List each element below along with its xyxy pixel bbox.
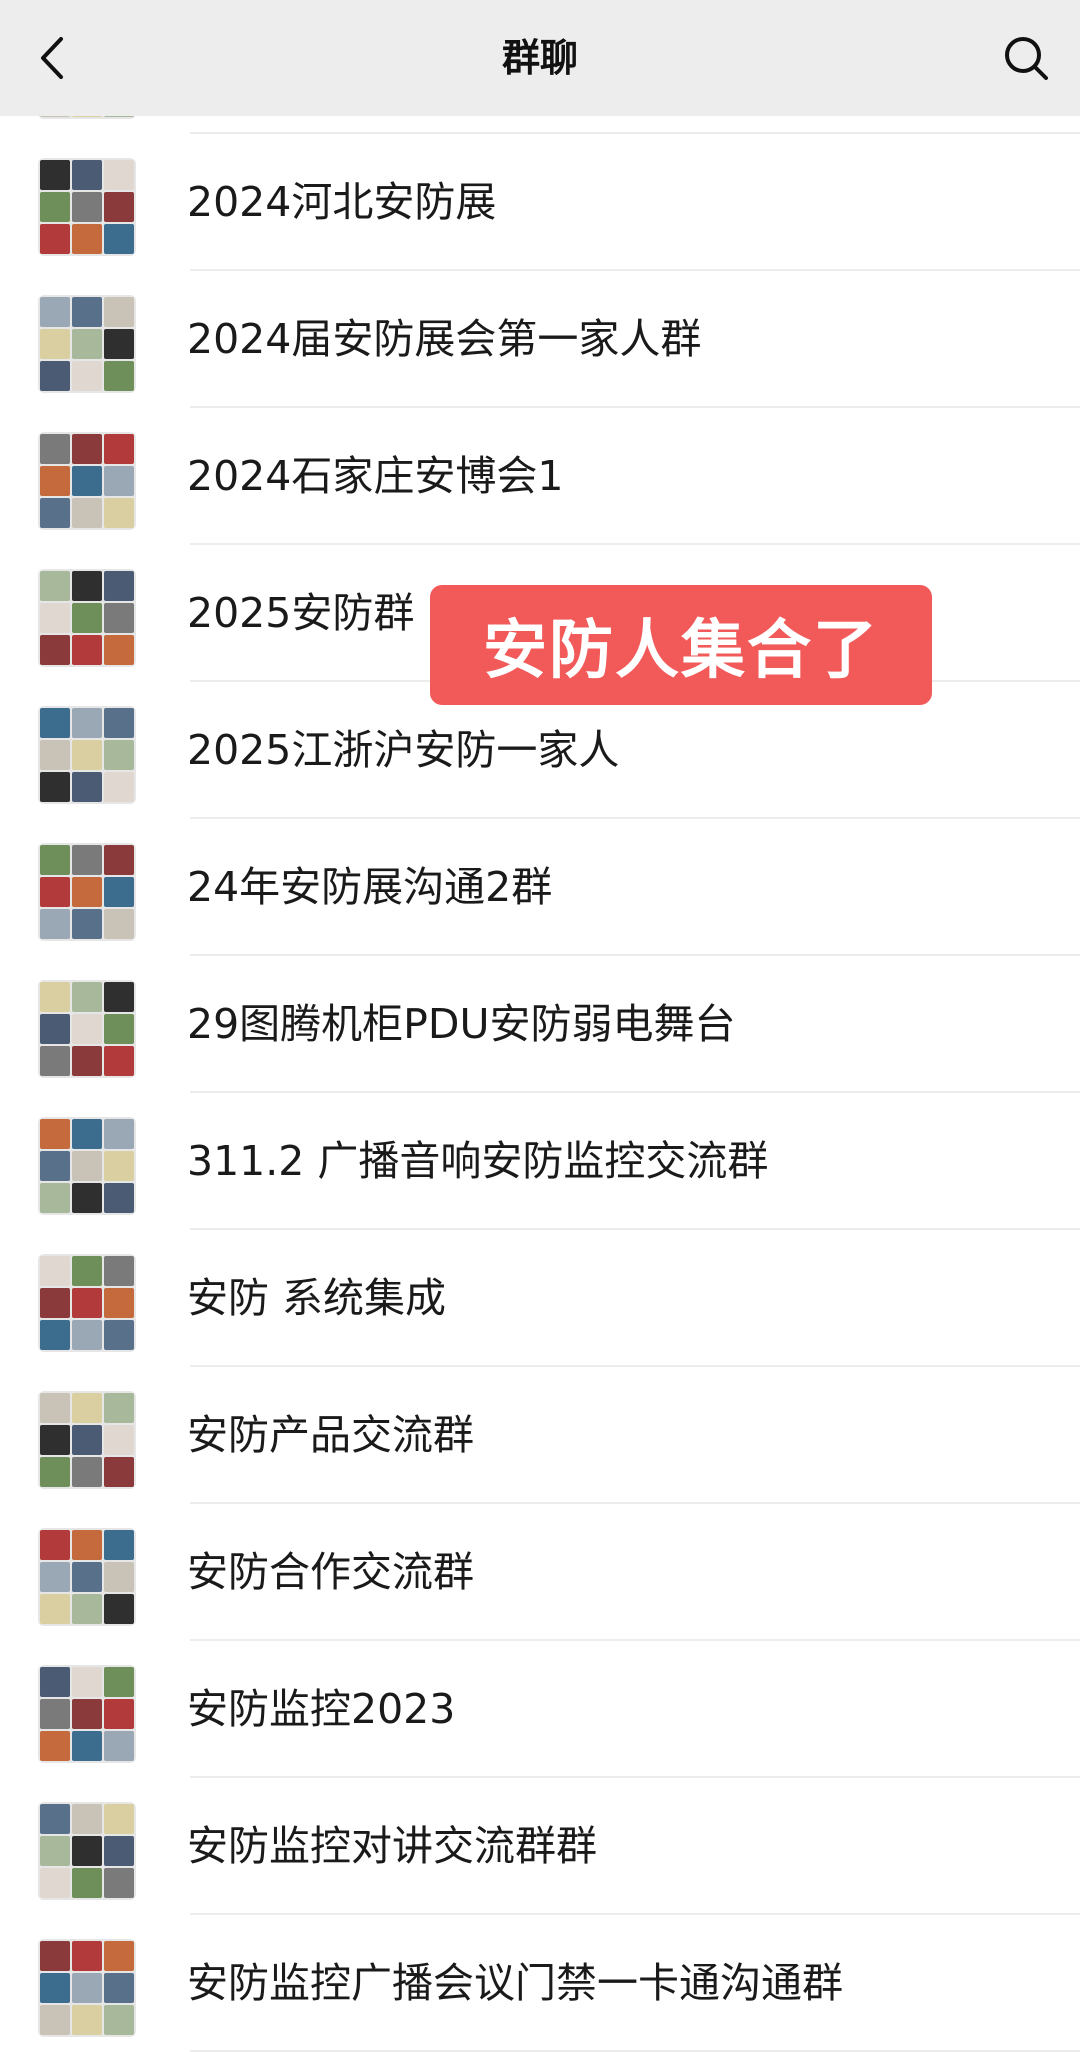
group-name: 2025安防群 <box>187 589 415 637</box>
group-avatar <box>38 1528 136 1626</box>
nav-bar: 群聊 <box>0 0 1080 116</box>
group-avatar <box>38 295 136 393</box>
search-button[interactable] <box>994 26 1058 90</box>
group-row[interactable]: 2024届安防展会第一家人群 <box>0 271 1080 408</box>
group-name: 29图腾机柜PDU安防弱电舞台 <box>187 1000 736 1048</box>
page-title: 群聊 <box>501 36 578 80</box>
overlay-caption: 安防人集合了 <box>430 585 932 705</box>
search-icon <box>1005 37 1048 80</box>
group-row[interactable]: 29图腾机柜PDU安防弱电舞台 <box>0 956 1080 1093</box>
group-row[interactable]: 2024河北安防展 <box>0 134 1080 271</box>
group-avatar <box>38 432 136 530</box>
group-name: 安防 系统集成 <box>187 1274 447 1322</box>
group-avatar <box>38 569 136 667</box>
group-avatar <box>38 158 136 256</box>
group-avatar <box>38 1802 136 1900</box>
group-name: 安防合作交流群 <box>187 1548 474 1596</box>
group-name: 311.2 广播音响安防监控交流群 <box>187 1137 769 1185</box>
group-row[interactable]: 安防合作交流群 <box>0 1504 1080 1641</box>
group-avatar <box>38 843 136 941</box>
group-row[interactable]: 安防产品交流群 <box>0 1367 1080 1504</box>
group-name: 安防产品交流群 <box>187 1411 474 1459</box>
group-name: 24年安防展沟通2群 <box>187 863 553 911</box>
group-name: 安防监控广播会议门禁一卡通沟通群 <box>187 1959 843 2007</box>
group-row[interactable]: 311.2 广播音响安防监控交流群 <box>0 1093 1080 1230</box>
group-avatar <box>38 1254 136 1352</box>
group-avatar <box>38 1665 136 1763</box>
group-avatar <box>38 1391 136 1489</box>
group-row[interactable]: 安防监控2023 <box>0 1641 1080 1778</box>
group-name: 2024石家庄安博会1 <box>187 452 564 500</box>
group-avatar <box>38 706 136 804</box>
group-avatar <box>38 1117 136 1215</box>
group-row[interactable]: 安防 系统集成 <box>0 1230 1080 1367</box>
group-row[interactable]: 2024石家庄安博会1 <box>0 408 1080 545</box>
group-avatar <box>38 1939 136 2037</box>
group-row[interactable]: 安防监控对讲交流群群 <box>0 1778 1080 1915</box>
group-name: 2024河北安防展 <box>187 178 497 226</box>
group-name: 安防监控2023 <box>187 1685 456 1733</box>
group-chat-list: 2024河北安防展 2024届安防展会第一家人群 2024石家庄安博会1 2025安防… <box>0 0 1080 2052</box>
group-name: 安防监控对讲交流群群 <box>187 1822 597 1870</box>
group-name: 2024届安防展会第一家人群 <box>187 315 702 363</box>
group-row[interactable]: 24年安防展沟通2群 <box>0 819 1080 956</box>
group-row[interactable]: 安防监控广播会议门禁一卡通沟通群 <box>0 1915 1080 2052</box>
group-avatar <box>38 980 136 1078</box>
